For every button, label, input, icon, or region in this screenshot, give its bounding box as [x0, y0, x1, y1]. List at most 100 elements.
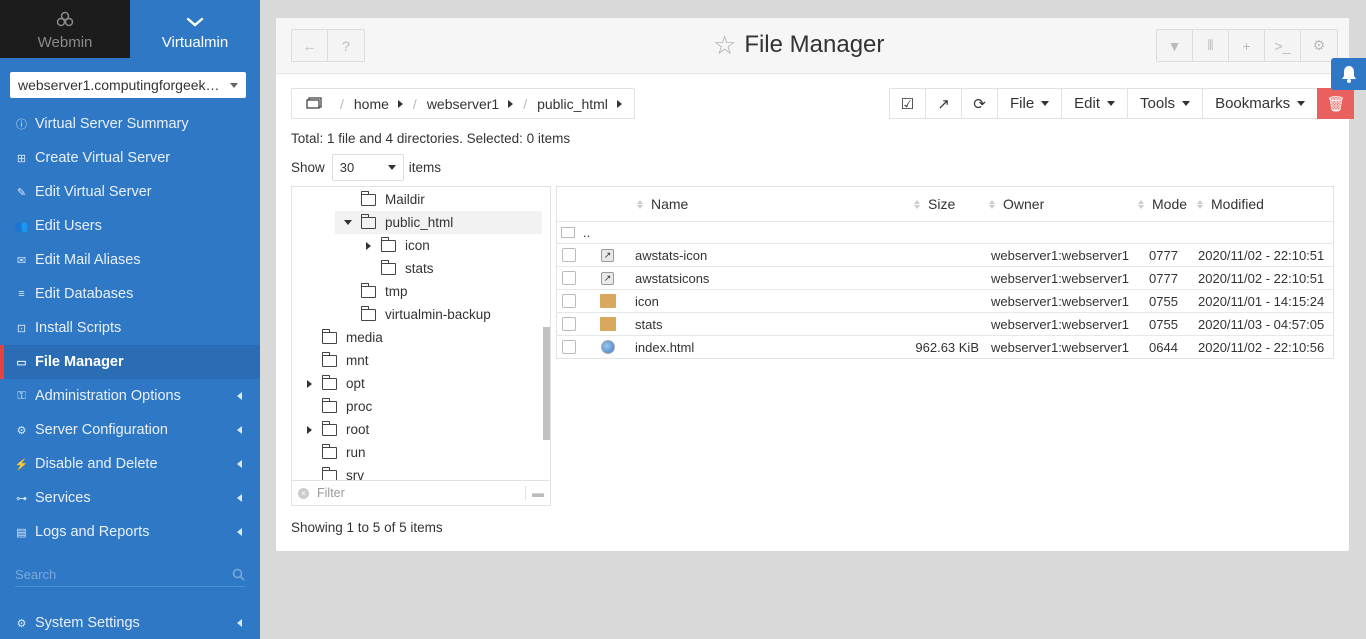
refresh-button[interactable]: ⟳: [961, 88, 997, 119]
tree-node-label: icon: [405, 238, 430, 253]
root-folder-icon[interactable]: [306, 96, 322, 112]
chevron-left-icon: [237, 619, 242, 627]
sidebar-item-services[interactable]: ⊶ Services: [0, 481, 260, 515]
back-button[interactable]: ←: [292, 30, 328, 61]
selection-summary: Total: 1 file and 4 directories. Selecte…: [291, 131, 571, 146]
gear-icon: ⚙: [1312, 37, 1326, 53]
sidebar-item-install-scripts[interactable]: ⊡ Install Scripts: [0, 311, 260, 345]
tree-node-proc[interactable]: proc: [303, 395, 372, 418]
cell-name[interactable]: awstats-icon: [635, 248, 707, 263]
column-header-name-label: Name: [651, 196, 689, 212]
breadcrumb-item-public-html[interactable]: public_html: [537, 96, 608, 112]
page-size-select[interactable]: 30: [331, 154, 404, 181]
tree-node-root[interactable]: root: [303, 418, 369, 441]
sidebar-item-edit-databases[interactable]: ≡ Edit Databases: [0, 277, 260, 311]
plus-square-icon: ⊞: [16, 152, 27, 165]
new-button[interactable]: +: [1229, 30, 1265, 61]
sidebar-item-administration-options[interactable]: ⚿ Administration Options: [0, 379, 260, 413]
parent-directory-row[interactable]: ..: [557, 221, 1333, 243]
caret-down-icon[interactable]: [344, 220, 352, 225]
table-row[interactable]: icon webserver1:webserver1 0755 2020/11/…: [557, 289, 1333, 312]
tab-webmin[interactable]: Webmin: [0, 0, 130, 58]
delete-button[interactable]: 🗑: [1317, 88, 1355, 119]
caret-right-icon[interactable]: [397, 99, 403, 108]
table-row[interactable]: stats webserver1:webserver1 0755 2020/11…: [557, 312, 1333, 335]
sidebar-item-create-virtual-server[interactable]: ⊞ Create Virtual Server: [0, 141, 260, 175]
caret-right-icon[interactable]: [616, 99, 622, 108]
tree-node-mnt[interactable]: mnt: [303, 349, 369, 372]
edit-menu-button[interactable]: Edit: [1061, 88, 1128, 119]
row-checkbox[interactable]: [562, 317, 576, 331]
tree-node-icon[interactable]: icon: [362, 234, 430, 257]
select-all-button[interactable]: ☑: [889, 88, 925, 119]
file-menu-button[interactable]: File: [997, 88, 1062, 119]
cell-name[interactable]: icon: [635, 294, 659, 309]
sidebar-item-edit-mail-aliases[interactable]: ✉ Edit Mail Aliases: [0, 243, 260, 277]
sidebar: Webmin Virtualmin webserver1.computingfo…: [0, 0, 260, 639]
sidebar-item-edit-users[interactable]: 👥 Edit Users: [0, 209, 260, 243]
column-header-mode[interactable]: Mode: [1138, 196, 1187, 212]
tab-virtualmin[interactable]: Virtualmin: [130, 0, 260, 58]
caret-right-icon[interactable]: [365, 241, 371, 250]
cell-modified: 2020/11/02 - 22:10:51: [1198, 270, 1325, 286]
table-row[interactable]: ↗ awstats-icon webserver1:webserver1 077…: [557, 243, 1333, 266]
tree-node-media[interactable]: media: [303, 326, 383, 349]
share-icon: ↗: [937, 95, 950, 113]
filter-button[interactable]: ▼: [1157, 30, 1193, 61]
sidebar-item-edit-virtual-server[interactable]: ✎ Edit Virtual Server: [0, 175, 260, 209]
column-header-name[interactable]: Name: [637, 196, 688, 212]
share-button[interactable]: ↗: [925, 88, 961, 119]
table-row[interactable]: index.html 962.63 KiB webserver1:webserv…: [557, 335, 1333, 358]
cell-name[interactable]: index.html: [635, 340, 694, 355]
tools-menu-button[interactable]: Tools: [1127, 88, 1203, 119]
row-checkbox[interactable]: [562, 294, 576, 308]
breadcrumb-item-home[interactable]: home: [354, 96, 389, 112]
help-button[interactable]: ?: [328, 30, 364, 61]
sidebar-item-server-configuration[interactable]: ⚙ Server Configuration: [0, 413, 260, 447]
tree-node-opt[interactable]: opt: [303, 372, 365, 395]
column-header-size[interactable]: Size: [914, 196, 955, 212]
tree-node-virtualmin-backup[interactable]: virtualmin-backup: [342, 303, 491, 326]
columns-button[interactable]: ⦀: [1193, 30, 1229, 61]
caret-right-icon[interactable]: [306, 379, 312, 388]
cell-name[interactable]: stats: [635, 317, 662, 332]
column-header-modified[interactable]: Modified: [1197, 196, 1264, 212]
tree-node-run[interactable]: run: [303, 441, 366, 464]
sidebar-item-system-settings[interactable]: ⚙ System Settings: [0, 606, 260, 639]
tree-node-stats[interactable]: stats: [362, 257, 434, 280]
tree-scrollbar[interactable]: [543, 327, 550, 440]
clear-icon[interactable]: ×: [298, 487, 309, 499]
sidebar-item-label: Edit Mail Aliases: [35, 252, 141, 268]
tree-node-label: Maildir: [385, 192, 425, 207]
row-checkbox[interactable]: [562, 340, 576, 354]
folder-icon[interactable]: ▬: [525, 486, 544, 500]
table-row[interactable]: ↗ awstatsicons webserver1:webserver1 077…: [557, 266, 1333, 289]
tree-node-maildir[interactable]: Maildir: [342, 188, 425, 211]
terminal-button[interactable]: >_: [1265, 30, 1301, 61]
star-icon[interactable]: ☆: [713, 32, 736, 58]
settings-button[interactable]: ⚙: [1301, 30, 1337, 61]
caret-right-icon[interactable]: [306, 425, 312, 434]
sidebar-item-virtual-server-summary[interactable]: ⓘ Virtual Server Summary: [0, 107, 260, 141]
tree-filter-input[interactable]: × Filter ▬: [292, 480, 550, 505]
breadcrumb-item-webserver1[interactable]: webserver1: [427, 96, 499, 112]
tree-node-public-html[interactable]: public_html: [335, 211, 542, 234]
terminal-icon: >_: [1274, 37, 1291, 54]
sidebar-item-logs-and-reports[interactable]: ▤ Logs and Reports: [0, 515, 260, 549]
sidebar-item-file-manager[interactable]: ▭ File Manager: [0, 345, 260, 379]
tree-node-label: mnt: [346, 353, 369, 368]
notifications-button[interactable]: [1331, 58, 1366, 90]
sidebar-item-disable-and-delete[interactable]: ⚡ Disable and Delete: [0, 447, 260, 481]
tree-node-tmp[interactable]: tmp: [342, 280, 408, 303]
virtual-server-select[interactable]: webserver1.computingforgeek…: [10, 72, 246, 98]
caret-right-icon[interactable]: [508, 99, 514, 108]
column-header-owner[interactable]: Owner: [989, 196, 1044, 212]
cell-name[interactable]: awstatsicons: [635, 271, 709, 286]
sidebar-search-input[interactable]: Search: [15, 563, 245, 587]
tree-node-srv[interactable]: srv: [303, 464, 364, 481]
row-checkbox[interactable]: [562, 248, 576, 262]
tab-virtualmin-label: Virtualmin: [161, 34, 229, 51]
cell-owner: webserver1:webserver1: [991, 339, 1130, 355]
row-checkbox[interactable]: [562, 271, 576, 285]
bookmarks-menu-button[interactable]: Bookmarks: [1202, 88, 1318, 119]
